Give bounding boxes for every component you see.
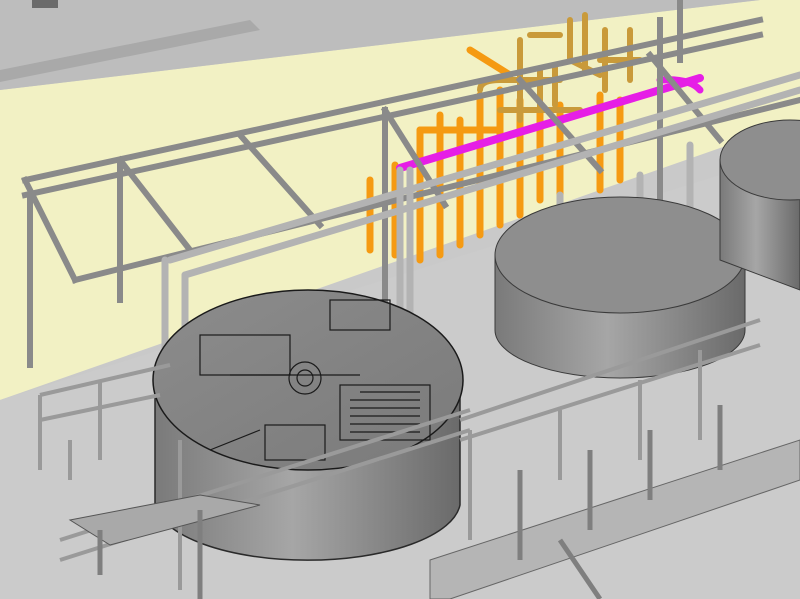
plant-3d-view: [0, 0, 800, 599]
roof-vent: [32, 0, 58, 8]
storage-tank-middle: [494, 196, 746, 379]
storage-tank-right: [719, 119, 800, 291]
